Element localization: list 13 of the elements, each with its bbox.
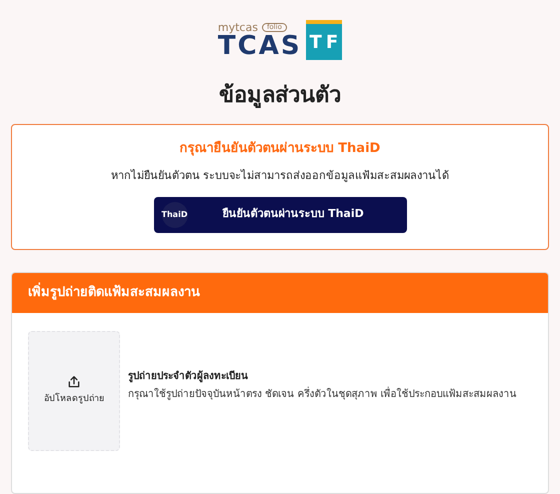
logo-text: TCAS [218, 32, 302, 58]
verify-message: หากไม่ยืนยันตัวตน ระบบจะไม่สามารถส่งออกข้อมูลแฟ้มสะสมผลงานได้ [110, 168, 450, 184]
book-logo: T F [306, 20, 342, 60]
page-title: ข้อมูลส่วนตัว [219, 82, 341, 110]
upload-button[interactable]: อัปโหลดรูปถ่าย [28, 330, 120, 450]
photo-hint: กรุณาใช้รูปถ่ายปัจจุบันหน้าตรง ชัดเจน ครึ่งตัวในชุดสุภาพ เพื่อใช้ประกอบแฟ้มสะสมผลงาน [128, 386, 518, 402]
card-header-text: เพิ่มรูปถ่ายติดแฟ้มสะสมผลงาน [28, 282, 200, 302]
photo-title: รูปถ่ายประจำตัวผู้ลงทะเบียน [128, 369, 249, 384]
upload-icon [67, 374, 81, 389]
thaid-button[interactable]: ThaiD ยืนยันตัวตนผ่านระบบ ThaiD [154, 196, 406, 232]
brand-text: mytcas [218, 22, 258, 32]
verify-heading: กรุณายืนยันตัวตนผ่านระบบ ThaiD [180, 140, 380, 158]
thaid-badge: ThaiD [162, 202, 188, 228]
